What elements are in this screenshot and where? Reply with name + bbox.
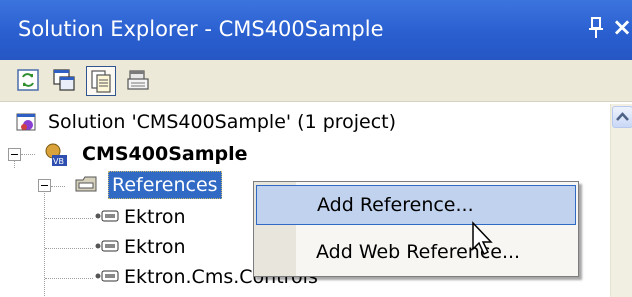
refresh-icon xyxy=(17,69,39,91)
solution-explorer-titlebar: Solution Explorer - CMS400Sample × xyxy=(0,0,632,60)
scroll-up-button[interactable] xyxy=(612,106,632,128)
vertical-scrollbar[interactable] xyxy=(610,104,632,297)
svg-text:VB: VB xyxy=(53,157,64,166)
menu-item-add-web-reference[interactable]: Add Web Reference... xyxy=(256,233,576,273)
properties-button[interactable] xyxy=(86,66,116,96)
tree-item-solution[interactable]: Solution 'CMS400Sample' (1 project) xyxy=(0,108,610,138)
context-menu: Add Reference... Add Web Reference... xyxy=(253,181,579,277)
tree-item-project[interactable]: VB CMS400Sample xyxy=(0,140,610,170)
view-code-button[interactable] xyxy=(50,66,80,96)
mouse-pointer-icon xyxy=(472,221,493,256)
collapse-toggle[interactable] xyxy=(8,148,21,161)
reference-icon xyxy=(95,240,119,252)
solution-icon xyxy=(16,113,36,131)
references-folder-icon xyxy=(75,176,97,192)
toolbar xyxy=(0,60,632,102)
show-all-files-button[interactable] xyxy=(124,66,154,96)
tree-item-label: CMS400Sample xyxy=(82,143,248,165)
tree-item-label: Solution 'CMS400Sample' (1 project) xyxy=(48,111,397,133)
tree-item-label: Ektron xyxy=(124,206,186,228)
window-title: Solution Explorer - CMS400Sample xyxy=(18,17,384,41)
reference-icon xyxy=(95,270,119,282)
menu-item-add-reference[interactable]: Add Reference... xyxy=(256,185,576,225)
close-icon: × xyxy=(612,13,632,41)
tree-item-label: References xyxy=(108,171,222,199)
show-all-files-icon xyxy=(127,70,149,90)
menu-item-label: Add Reference... xyxy=(317,194,474,216)
close-button[interactable]: × xyxy=(612,12,632,42)
properties-icon xyxy=(91,70,111,93)
tree-item-label: Ektron xyxy=(124,236,186,258)
reference-icon xyxy=(95,210,119,222)
pin-icon[interactable] xyxy=(586,14,606,42)
vb-project-icon: VB xyxy=(45,143,67,166)
view-code-icon xyxy=(53,69,75,91)
refresh-button[interactable] xyxy=(14,66,44,96)
collapse-toggle[interactable] xyxy=(38,179,51,192)
chevron-up-icon xyxy=(616,112,629,121)
